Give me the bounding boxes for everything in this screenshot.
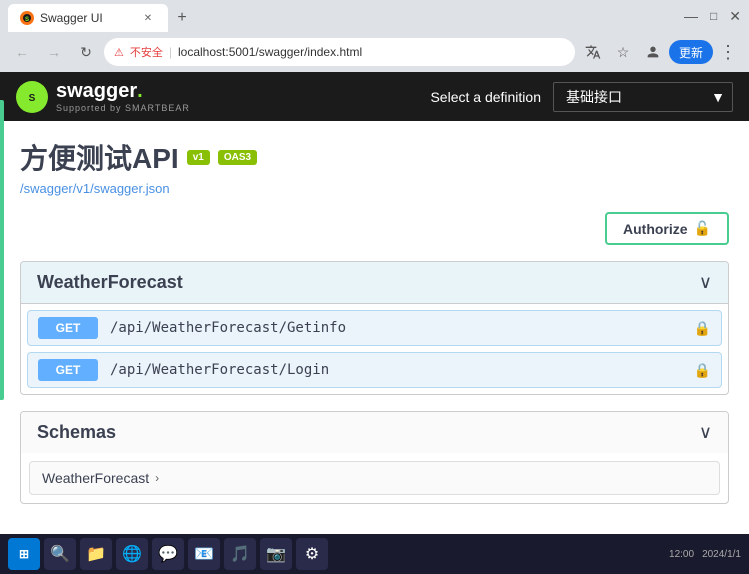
endpoint-getinfo[interactable]: GET /api/WeatherForecast/Getinfo 🔒 bbox=[27, 310, 722, 346]
select-definition-area: Select a definition 基础接口 ▼ bbox=[430, 82, 733, 112]
authorize-label: Authorize bbox=[623, 221, 688, 237]
endpoint-login[interactable]: GET /api/WeatherForecast/Login 🔒 bbox=[27, 352, 722, 388]
update-button[interactable]: 更新 bbox=[669, 40, 713, 64]
endpoint-lock-icon-2: 🔒 bbox=[694, 362, 711, 379]
api-title: 方便测试API bbox=[20, 137, 179, 177]
page-content: S swagger . Supported by SMARTBEAR Selec… bbox=[0, 72, 749, 534]
taskbar-mail[interactable]: 📧 bbox=[188, 538, 220, 570]
svg-text:S: S bbox=[29, 93, 36, 104]
tab-area: S Swagger UI ✕ + bbox=[8, 0, 196, 32]
definition-select-wrapper: 基础接口 ▼ bbox=[553, 82, 733, 112]
url-text: localhost:5001/swagger/index.html bbox=[178, 45, 362, 59]
window-controls: — □ ✕ bbox=[676, 8, 741, 25]
bookmark-icon[interactable]: ☆ bbox=[609, 38, 637, 66]
back-button[interactable]: ← bbox=[8, 38, 36, 66]
weather-forecast-chevron: ∨ bbox=[699, 272, 712, 293]
left-edge-indicator bbox=[0, 100, 4, 400]
taskbar-chat[interactable]: 💬 bbox=[152, 538, 184, 570]
tab-close-button[interactable]: ✕ bbox=[140, 10, 156, 26]
tab-title: Swagger UI bbox=[40, 11, 103, 25]
schema-name: WeatherForecast bbox=[42, 470, 149, 486]
authorize-area: Authorize 🔓 bbox=[0, 204, 749, 261]
swagger-logo: S swagger . Supported by SMARTBEAR bbox=[16, 80, 190, 113]
schema-item-weatherforecast[interactable]: WeatherForecast › bbox=[29, 461, 720, 495]
taskbar: ⊞ 🔍 📁 🌐 💬 📧 🎵 📷 ⚙ 12:00 2024/1/1 bbox=[0, 534, 749, 574]
badge-oas3: OAS3 bbox=[218, 150, 257, 165]
minimize-btn[interactable]: — bbox=[684, 8, 698, 24]
swagger-json-link[interactable]: /swagger/v1/swagger.json bbox=[20, 181, 729, 196]
security-warning-icon: ⚠ bbox=[114, 46, 124, 59]
taskbar-camera[interactable]: 📷 bbox=[260, 538, 292, 570]
api-info: 方便测试API v1 OAS3 /swagger/v1/swagger.json bbox=[0, 121, 749, 204]
title-bar: S Swagger UI ✕ + — □ ✕ bbox=[0, 0, 749, 32]
url-separator: | bbox=[169, 45, 172, 59]
menu-button[interactable]: ⋮ bbox=[715, 38, 741, 67]
swagger-sub: Supported by SMARTBEAR bbox=[56, 103, 190, 113]
tab-favicon: S bbox=[20, 11, 34, 25]
method-badge-get1: GET bbox=[38, 317, 98, 339]
new-tab-button[interactable]: + bbox=[168, 4, 196, 32]
swagger-name: swagger bbox=[56, 80, 137, 103]
taskbar-start-button[interactable]: ⊞ bbox=[8, 538, 40, 570]
swagger-logo-icon: S bbox=[16, 81, 48, 113]
schemas-chevron: ∨ bbox=[699, 422, 712, 443]
taskbar-tray: 12:00 2024/1/1 bbox=[669, 549, 741, 560]
schema-expand-icon: › bbox=[155, 471, 159, 485]
endpoint-lock-icon-1: 🔒 bbox=[694, 320, 711, 337]
taskbar-search[interactable]: 🔍 bbox=[44, 538, 76, 570]
endpoint-path-login: /api/WeatherForecast/Login bbox=[110, 362, 694, 378]
close-btn[interactable]: ✕ bbox=[729, 8, 741, 25]
taskbar-browser[interactable]: 🌐 bbox=[116, 538, 148, 570]
taskbar-media[interactable]: 🎵 bbox=[224, 538, 256, 570]
taskbar-date: 2024/1/1 bbox=[702, 549, 741, 560]
translate-icon[interactable] bbox=[579, 38, 607, 66]
address-bar-row: ← → ↻ ⚠ 不安全 | localhost:5001/swagger/ind… bbox=[0, 32, 749, 72]
browser-chrome: S Swagger UI ✕ + — □ ✕ ← → ↻ ⚠ 不安全 | loc… bbox=[0, 0, 749, 72]
taskbar-settings[interactable]: ⚙ bbox=[296, 538, 328, 570]
refresh-button[interactable]: ↻ bbox=[72, 38, 100, 66]
active-tab[interactable]: S Swagger UI ✕ bbox=[8, 4, 168, 32]
taskbar-time: 12:00 bbox=[669, 549, 694, 560]
toolbar-icons: ☆ 更新 ⋮ bbox=[579, 38, 741, 67]
weather-forecast-section: WeatherForecast ∨ GET /api/WeatherForeca… bbox=[20, 261, 729, 395]
swagger-dot: . bbox=[137, 80, 143, 103]
profile-icon[interactable] bbox=[639, 38, 667, 66]
schemas-title: Schemas bbox=[37, 422, 116, 443]
select-definition-label: Select a definition bbox=[430, 89, 541, 105]
forward-button[interactable]: → bbox=[40, 38, 68, 66]
address-bar[interactable]: ⚠ 不安全 | localhost:5001/swagger/index.htm… bbox=[104, 38, 575, 66]
not-secure-label: 不安全 bbox=[130, 44, 163, 60]
authorize-lock-icon: 🔓 bbox=[694, 220, 711, 237]
schemas-section: Schemas ∨ WeatherForecast › bbox=[20, 411, 729, 504]
weather-forecast-header[interactable]: WeatherForecast ∨ bbox=[21, 262, 728, 304]
definition-select[interactable]: 基础接口 bbox=[553, 82, 733, 112]
swagger-brand-text: swagger . Supported by SMARTBEAR bbox=[56, 80, 190, 113]
svg-text:S: S bbox=[25, 17, 29, 23]
badge-v1: v1 bbox=[187, 150, 210, 165]
swagger-header: S swagger . Supported by SMARTBEAR Selec… bbox=[0, 72, 749, 121]
api-title-row: 方便测试API v1 OAS3 bbox=[20, 137, 729, 177]
taskbar-file-explorer[interactable]: 📁 bbox=[80, 538, 112, 570]
maximize-btn[interactable]: □ bbox=[710, 9, 717, 23]
endpoint-path-getinfo: /api/WeatherForecast/Getinfo bbox=[110, 320, 694, 336]
weather-forecast-title: WeatherForecast bbox=[37, 272, 183, 293]
method-badge-get2: GET bbox=[38, 359, 98, 381]
authorize-button[interactable]: Authorize 🔓 bbox=[605, 212, 729, 245]
schemas-header[interactable]: Schemas ∨ bbox=[21, 412, 728, 453]
